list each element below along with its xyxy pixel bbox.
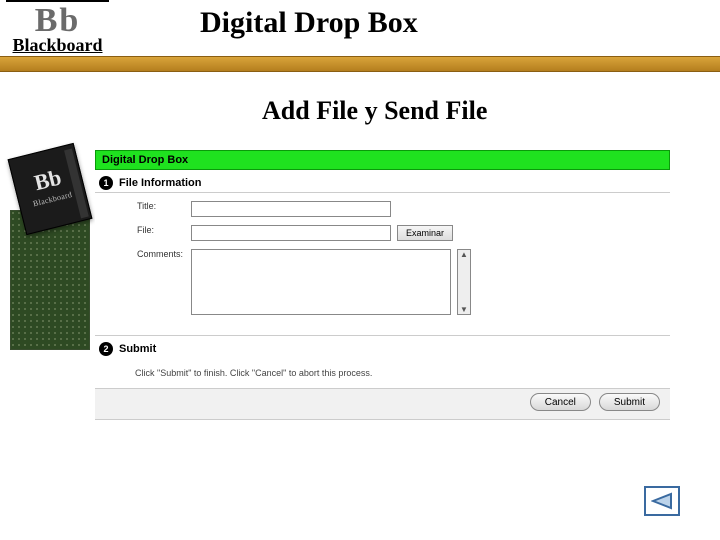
- browse-button[interactable]: Examinar: [397, 225, 453, 241]
- subtitle: Add File y Send File: [262, 96, 487, 126]
- row-file: File: Examinar: [101, 225, 664, 241]
- section-file-info-body: Title: File: Examinar Comments: ▲: [95, 192, 670, 336]
- step-badge-1: 1: [99, 176, 113, 190]
- label-file: File:: [101, 225, 191, 235]
- button-row: Cancel Submit: [95, 388, 670, 419]
- prev-slide-button[interactable]: [644, 486, 680, 516]
- logo-sub: Blackboard: [0, 36, 115, 54]
- panel-header: Digital Drop Box: [95, 150, 670, 170]
- file-input[interactable]: [191, 225, 391, 241]
- page-title: Digital Drop Box: [200, 6, 418, 40]
- section-submit: 2 Submit Click "Submit" to finish. Click…: [95, 336, 670, 419]
- comments-textarea[interactable]: [191, 249, 451, 315]
- textarea-scrollbar[interactable]: ▲ ▼: [457, 249, 471, 315]
- step-badge-2: 2: [99, 342, 113, 356]
- submit-hint: Click "Submit" to finish. Click "Cancel"…: [95, 358, 670, 388]
- section-file-info-title: 1 File Information: [95, 170, 670, 192]
- row-comments: Comments: ▲ ▼: [101, 249, 664, 315]
- submit-button[interactable]: Submit: [599, 393, 660, 411]
- logo-bb: Bb: [0, 4, 115, 38]
- scroll-down-icon[interactable]: ▼: [460, 305, 468, 314]
- label-title: Title:: [101, 201, 191, 211]
- circuit-dots: [10, 210, 90, 350]
- label-comments: Comments:: [101, 249, 191, 259]
- scroll-up-icon[interactable]: ▲: [460, 250, 468, 259]
- step2-label: Submit: [119, 343, 156, 355]
- dropbox-panel: Digital Drop Box 1 File Information Titl…: [95, 150, 670, 420]
- step1-label: File Information: [119, 177, 202, 189]
- side-graphic: Bb Blackboard: [10, 150, 90, 350]
- accent-bar: [0, 56, 720, 72]
- row-title: Title:: [101, 201, 664, 217]
- section-submit-title: 2 Submit: [95, 336, 670, 358]
- arrow-left-icon: [651, 492, 673, 510]
- title-input[interactable]: [191, 201, 391, 217]
- slide: Bb Blackboard Digital Drop Box Add File …: [0, 0, 720, 540]
- cancel-button[interactable]: Cancel: [530, 393, 591, 411]
